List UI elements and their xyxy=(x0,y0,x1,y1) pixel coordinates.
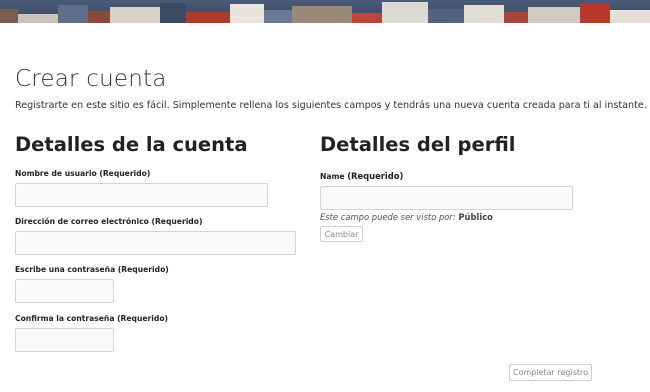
visibility-value: Público xyxy=(458,212,493,222)
confirm-password-label: Confirma la contraseña (Requerido) xyxy=(15,314,169,323)
password-input[interactable] xyxy=(15,279,114,303)
name-input[interactable] xyxy=(320,186,573,210)
name-label-text: Name xyxy=(320,172,345,181)
username-input[interactable] xyxy=(15,183,268,207)
header-banner-image xyxy=(0,0,650,23)
intro-text: Registrarte en este sitio es fácil. Simp… xyxy=(15,100,647,111)
email-label: Dirección de correo electrónico (Requeri… xyxy=(15,217,203,226)
account-details-heading: Detalles de la cuenta xyxy=(15,133,248,156)
page-title: Crear cuenta xyxy=(15,66,167,92)
name-required-text: (Requerido) xyxy=(347,171,404,181)
profile-details-heading: Detalles del perfil xyxy=(320,133,516,156)
name-label: Name (Requerido) xyxy=(320,171,403,181)
visibility-prefix: Este campo puede ser visto por: xyxy=(320,212,456,222)
field-visibility: Este campo puede ser visto por: Público xyxy=(320,212,493,222)
email-input[interactable] xyxy=(15,231,296,255)
complete-registration-button[interactable]: Completar registro xyxy=(509,364,592,381)
confirm-password-input[interactable] xyxy=(15,328,114,352)
password-label: Escribe una contraseña (Requerido) xyxy=(15,265,169,274)
change-visibility-button[interactable]: Cambiar xyxy=(320,226,363,242)
username-label: Nombre de usuario (Requerido) xyxy=(15,169,151,178)
